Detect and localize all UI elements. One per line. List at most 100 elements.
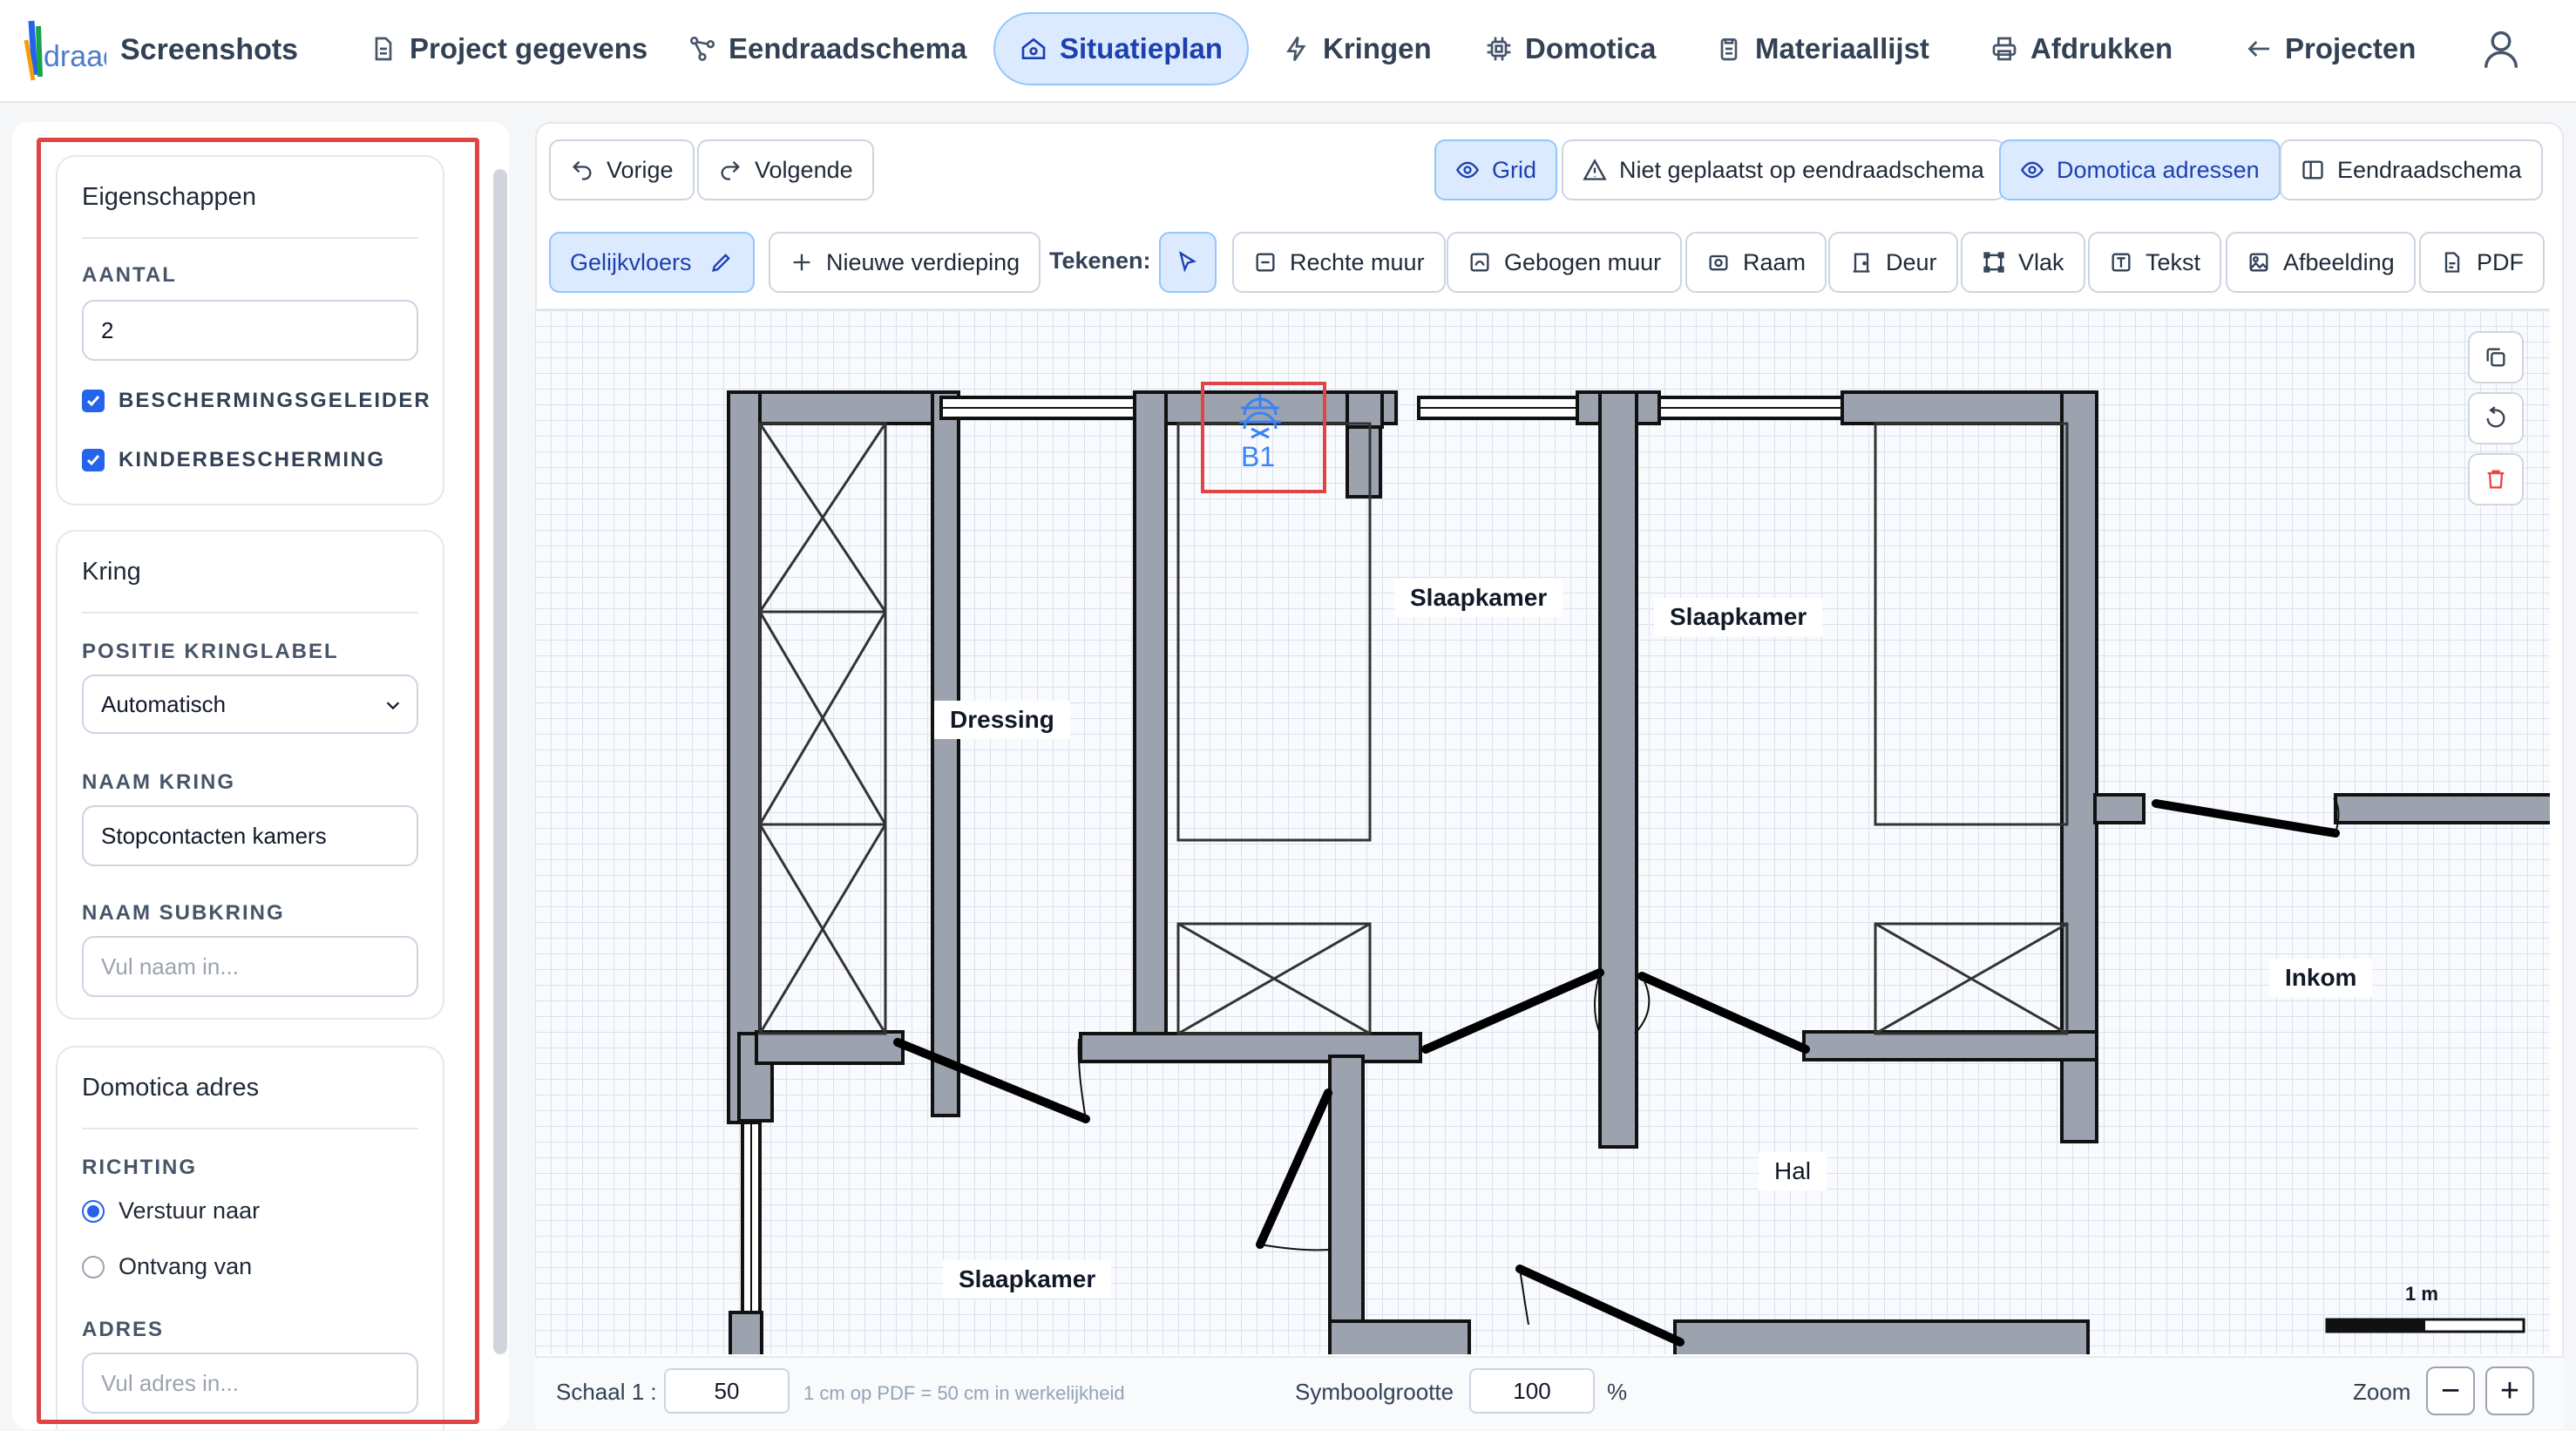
delete-button[interactable]	[2468, 453, 2524, 505]
rotate-icon	[2486, 406, 2505, 428]
nav-label: Afdrukken	[2030, 32, 2173, 64]
straight-wall-tool[interactable]: Rechte muur	[1232, 232, 1446, 293]
door[interactable]	[1637, 972, 1810, 1054]
door-tool[interactable]: Deur	[1828, 232, 1958, 293]
cursor-pointer-icon	[1179, 251, 1196, 273]
single-line-diagram-button[interactable]: Eendraadschema	[2280, 139, 2543, 200]
room-label[interactable]: Inkom	[2269, 959, 2373, 997]
door-icon	[1853, 253, 1870, 273]
card-title: Domotica adres	[82, 1074, 260, 1102]
count-input[interactable]: 2	[82, 300, 418, 361]
floor-select-button[interactable]: Gelijkvloers	[549, 232, 755, 293]
wall[interactable]	[1133, 390, 1168, 1039]
door[interactable]	[1515, 1265, 1685, 1346]
nav-domotica[interactable]: Domotica	[1461, 12, 1680, 85]
symbol-size-input[interactable]: 100	[1469, 1368, 1595, 1414]
wall[interactable]	[1673, 1319, 2090, 1354]
door[interactable]	[893, 1038, 1090, 1123]
room-label[interactable]: Slaapkamer	[1394, 579, 1563, 617]
wall[interactable]	[1328, 1319, 1471, 1354]
nav-projecten[interactable]: Projecten	[2220, 12, 2440, 85]
child-protection-checkbox[interactable]: KINDERBESCHERMING	[82, 448, 385, 472]
button-label: Gelijkvloers	[570, 248, 692, 275]
home-icon	[1021, 37, 1046, 59]
brand-title[interactable]: Screenshots	[120, 28, 298, 71]
zoom-out-button[interactable]: −	[2426, 1367, 2475, 1415]
bed[interactable]	[1874, 422, 2069, 826]
wall[interactable]	[727, 390, 762, 1124]
nav-kringen[interactable]: Kringen	[1258, 12, 1456, 85]
nav-afdrukken[interactable]: Afdrukken	[1966, 12, 2197, 85]
curved-wall-tool[interactable]: Gebogen muur	[1447, 232, 1683, 293]
room-label[interactable]: Slaapkamer	[1654, 598, 1823, 636]
scale-label: Schaal 1 :	[556, 1379, 657, 1405]
sidebar-scrollbar[interactable]	[493, 169, 507, 1354]
domotics-addresses-toggle[interactable]: Domotica adressen	[1999, 139, 2281, 200]
wardrobe[interactable]	[758, 422, 887, 1035]
wall[interactable]	[1802, 1030, 2098, 1061]
protective-conductor-checkbox[interactable]: BESCHERMINGSGELEIDER	[82, 389, 431, 413]
zoom-in-button[interactable]: +	[2485, 1367, 2534, 1415]
nav-situatieplan[interactable]: Situatieplan	[993, 12, 1250, 85]
radio-unselected-icon[interactable]	[82, 1255, 105, 1278]
split-panel-icon	[2302, 160, 2323, 180]
wall[interactable]	[1346, 390, 1384, 429]
share-nodes-icon	[690, 37, 715, 61]
pdf-tool[interactable]: PDF	[2419, 232, 2545, 293]
button-label: Raam	[1743, 248, 1807, 275]
address-input[interactable]: Vul adres in...	[82, 1353, 418, 1414]
circuit-name-input[interactable]: Stopcontacten kamers	[82, 805, 418, 866]
grid-toggle-button[interactable]: Grid	[1434, 139, 1558, 200]
nav-eendraadschema[interactable]: Eendraadschema	[664, 12, 991, 85]
door[interactable]	[2152, 799, 2340, 838]
label-position-label: POSITIE KRINGLABEL	[82, 640, 339, 663]
text-tool[interactable]: Tekst	[2088, 232, 2222, 293]
nav-materiaallijst[interactable]: Materiaallijst	[1691, 12, 1954, 85]
room-label[interactable]: Dressing	[934, 701, 1070, 739]
outlet-symbol-icon[interactable]	[1232, 390, 1288, 446]
subcircuit-name-input[interactable]: Vul naam in...	[82, 936, 418, 997]
next-button[interactable]: Volgende	[697, 139, 874, 200]
scale-bar	[2325, 1318, 2525, 1333]
area-tool[interactable]: Vlak	[1961, 232, 2085, 293]
floorplan-canvas[interactable]: B1 Dressing Slaapkamer Slaapkamer Inkom …	[535, 309, 2550, 1354]
radio-receive-from[interactable]: Ontvang van	[82, 1253, 252, 1280]
wall[interactable]	[1840, 390, 2098, 425]
window-tool[interactable]: Raam	[1685, 232, 1827, 293]
wall[interactable]	[2334, 793, 2550, 824]
rotate-button[interactable]	[2468, 392, 2524, 444]
symbol-size-label: Symboolgrootte	[1295, 1379, 1454, 1405]
wall[interactable]	[2093, 793, 2146, 824]
wall[interactable]	[931, 390, 960, 1117]
floorplan-drawing[interactable]	[535, 310, 2550, 1354]
label-position-select[interactable]: Automatisch	[82, 675, 418, 734]
wall[interactable]	[755, 1030, 905, 1065]
scale-input[interactable]: 50	[664, 1368, 790, 1414]
select-tool-button[interactable]	[1159, 232, 1217, 293]
nav-project-gegevens[interactable]: Project gegevens	[345, 12, 672, 85]
wall[interactable]	[729, 1311, 763, 1354]
radio-send-to[interactable]: Verstuur naar	[82, 1197, 260, 1224]
not-placed-button[interactable]: Niet geplaatst op eendraadschema	[1562, 139, 2005, 200]
user-icon[interactable]	[2478, 26, 2524, 71]
wall[interactable]	[1598, 390, 1638, 1149]
wall[interactable]	[1328, 1055, 1365, 1354]
select-value: Automatisch	[101, 690, 227, 717]
svg-text:draad: draad	[44, 40, 106, 73]
wall[interactable]	[1079, 1032, 1422, 1063]
new-floor-button[interactable]: Nieuwe verdieping	[769, 232, 1041, 293]
room-label[interactable]: Hal	[1759, 1152, 1827, 1190]
redo-arrow-icon	[721, 160, 740, 180]
door[interactable]	[1256, 1089, 1332, 1249]
duplicate-button[interactable]	[2468, 331, 2524, 383]
checkbox-checked-icon[interactable]	[82, 449, 105, 471]
plus-icon	[793, 254, 810, 271]
radio-selected-icon[interactable]	[82, 1199, 105, 1223]
image-tool[interactable]: Afbeelding	[2226, 232, 2416, 293]
room-label[interactable]: Slaapkamer	[943, 1260, 1112, 1299]
checkbox-checked-icon[interactable]	[82, 390, 105, 412]
nav-label: Materiaallijst	[1755, 32, 1929, 64]
previous-button[interactable]: Vorige	[549, 139, 695, 200]
circuit-name-label: NAAM KRING	[82, 770, 235, 794]
door[interactable]	[1421, 968, 1604, 1054]
